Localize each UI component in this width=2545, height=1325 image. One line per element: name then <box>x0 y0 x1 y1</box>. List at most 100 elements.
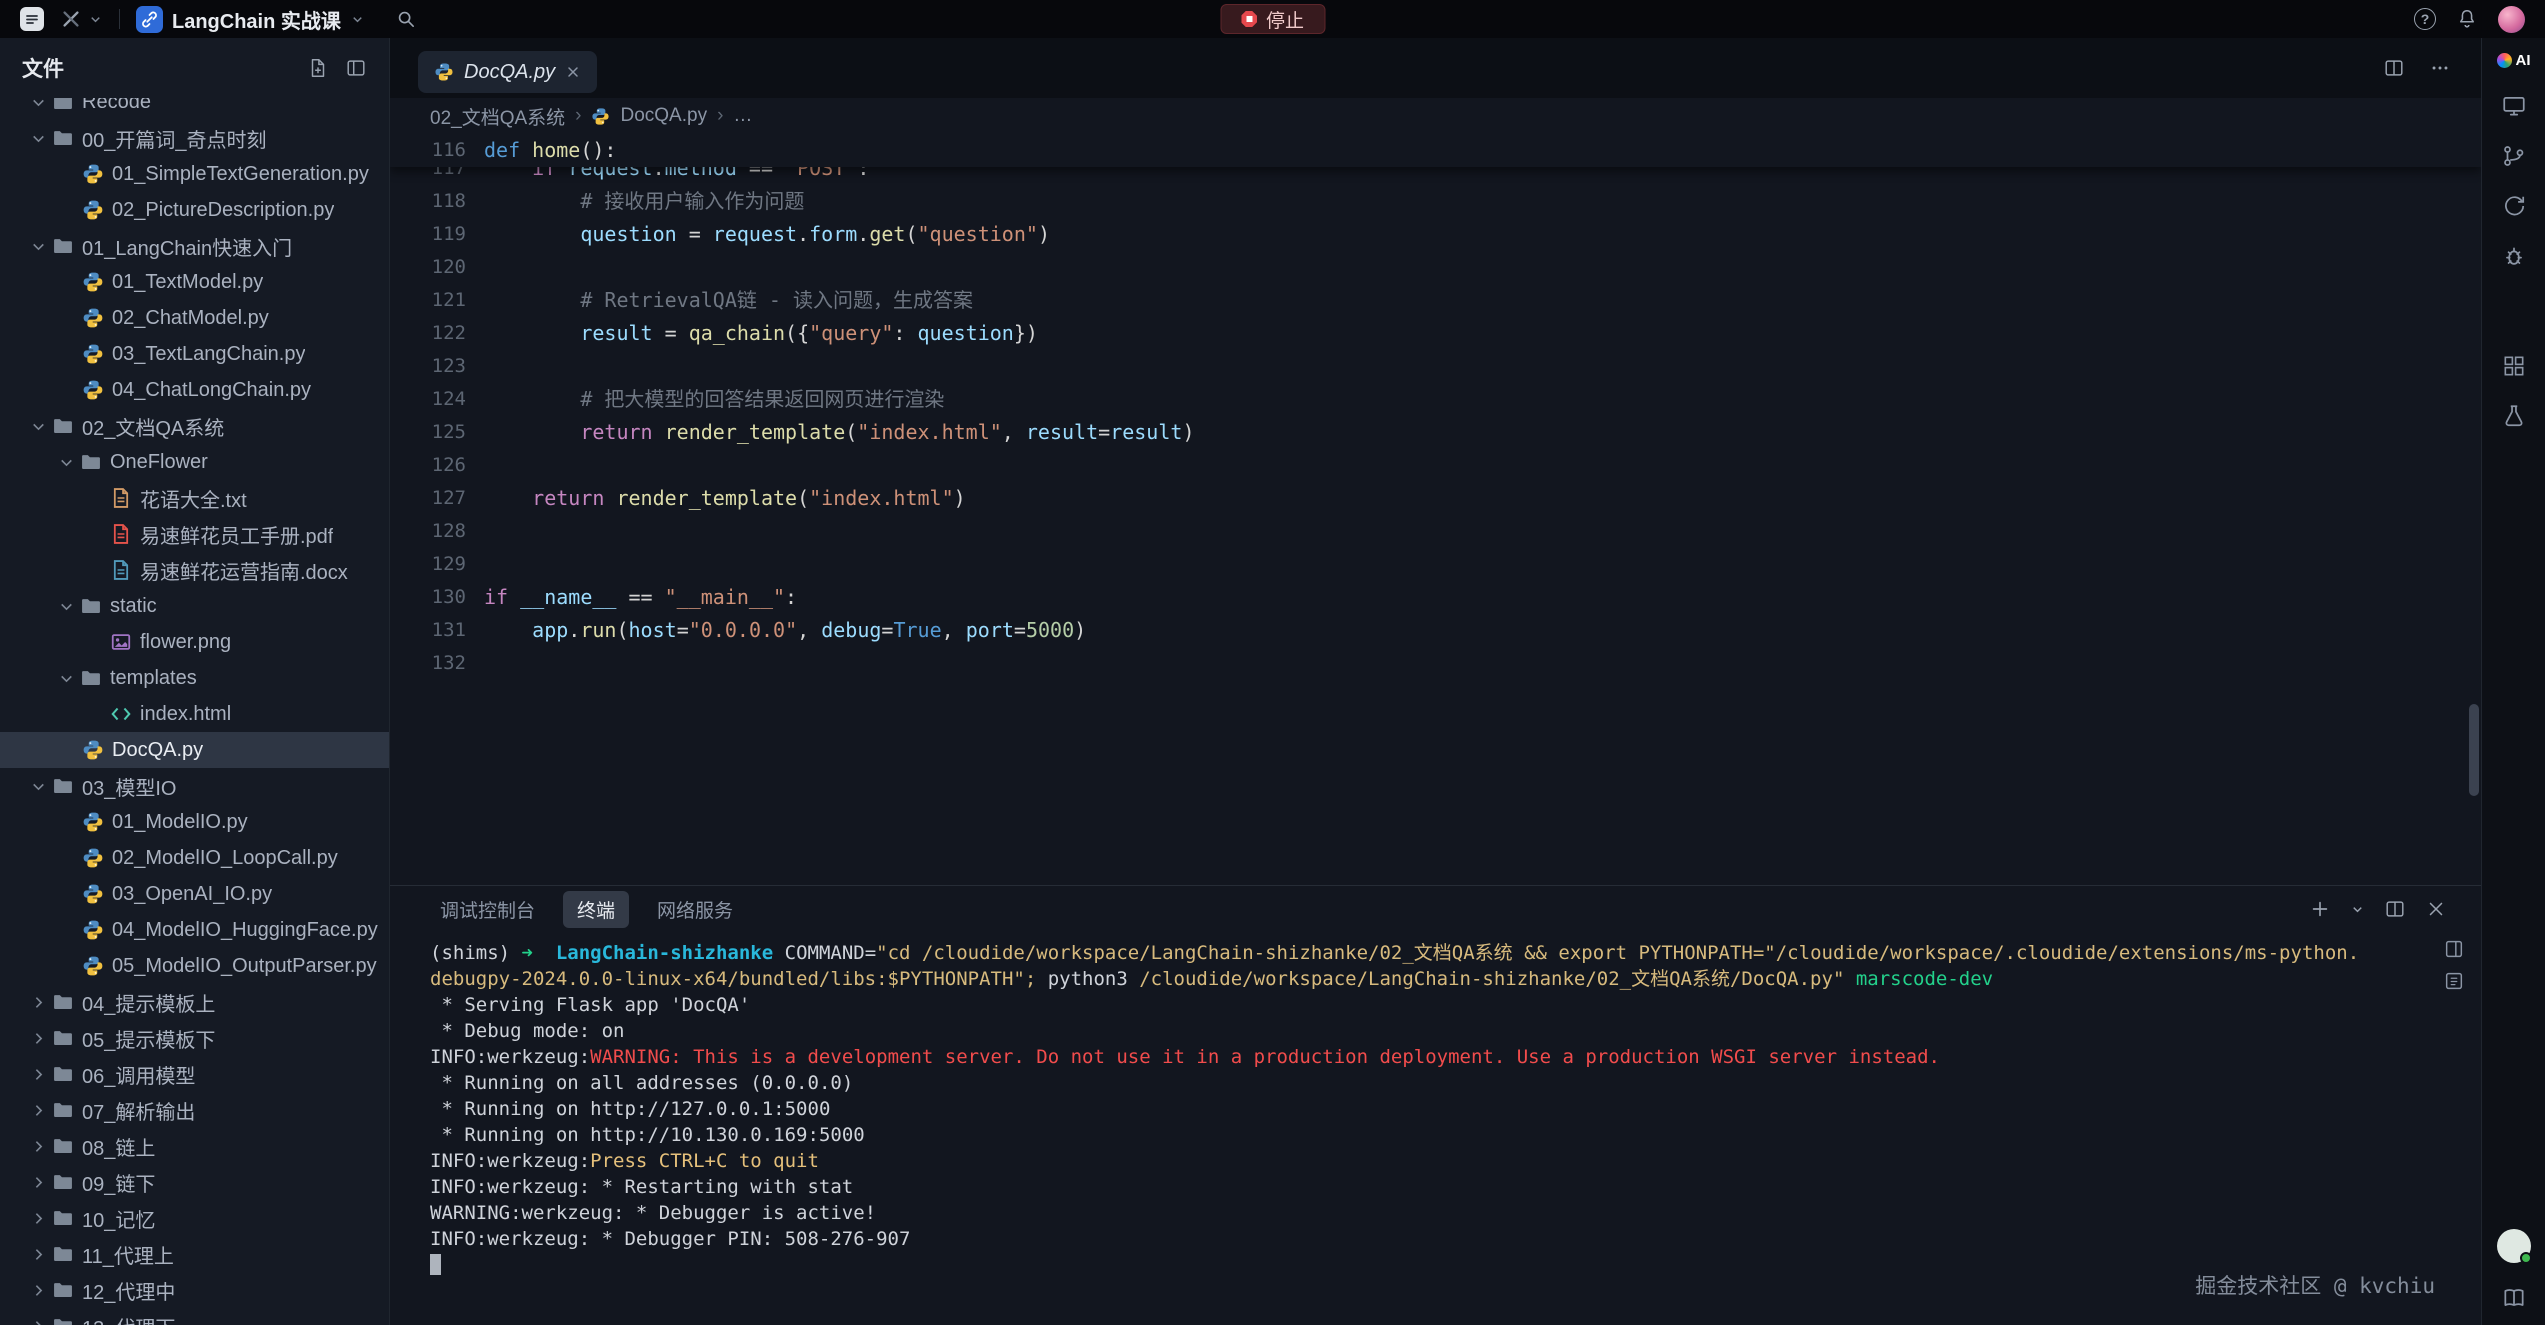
code-line[interactable]: 132 <box>390 647 2481 680</box>
tree-item[interactable]: 08_链上 <box>0 1128 389 1164</box>
code-line[interactable]: 131 app.run(host="0.0.0.0", debug=True, … <box>390 614 2481 647</box>
breadcrumb-item[interactable]: DocQA.py <box>620 105 707 127</box>
tree-item[interactable]: flower.png <box>0 624 389 660</box>
tree-item[interactable]: OneFlower <box>0 444 389 480</box>
code-line[interactable]: 121 # RetrievalQA链 - 读入问题，生成答案 <box>390 284 2481 317</box>
preview-monitor-icon[interactable] <box>2501 93 2527 119</box>
terminal[interactable]: (shims) ➜ LangChain-shizhanke COMMAND="c… <box>390 932 2481 1325</box>
tree-item[interactable]: 02_文档QA系统 <box>0 408 389 444</box>
workspace-switcher[interactable]: LangChain 实战课 <box>136 5 365 34</box>
more-actions-icon[interactable] <box>2429 57 2451 79</box>
tree-item[interactable]: index.html <box>0 696 389 732</box>
source-control-icon[interactable] <box>2501 143 2527 169</box>
app-menu-icon[interactable] <box>20 7 44 31</box>
tree-item[interactable]: 02_ModelIO_LoopCall.py <box>0 840 389 876</box>
code-line[interactable]: 124 # 把大模型的回答结果返回网页进行渲染 <box>390 383 2481 416</box>
tree-item[interactable]: 04_提示模板上 <box>0 984 389 1020</box>
tree-item[interactable]: 04_ModelIO_HuggingFace.py <box>0 912 389 948</box>
tree-item[interactable]: 07_解析输出 <box>0 1092 389 1128</box>
tree-item[interactable]: 02_ChatModel.py <box>0 300 389 336</box>
code-line[interactable]: 119 question = request.form.get("questio… <box>390 218 2481 251</box>
code-line[interactable]: 130if __name__ == "__main__": <box>390 581 2481 614</box>
code-line[interactable]: 122 result = qa_chain({"query": question… <box>390 317 2481 350</box>
ai-assistant-icon[interactable]: AI <box>2497 52 2531 69</box>
py-file-icon <box>82 919 104 941</box>
extensions-icon[interactable] <box>2501 353 2527 379</box>
py-file-icon <box>82 883 104 905</box>
tree-item[interactable]: 易速鲜花员工手册.pdf <box>0 516 389 552</box>
panel-tab[interactable]: 网络服务 <box>643 891 747 928</box>
account-avatar[interactable] <box>2497 1229 2531 1263</box>
tree-item[interactable]: 易速鲜花运营指南.docx <box>0 552 389 588</box>
split-editor-icon[interactable] <box>2383 57 2405 79</box>
tree-item[interactable]: static <box>0 588 389 624</box>
new-file-icon[interactable] <box>307 57 329 79</box>
tree-item[interactable]: 03_模型IO <box>0 768 389 804</box>
docs-book-icon[interactable] <box>2501 1285 2527 1311</box>
panel-actions <box>2309 898 2447 920</box>
code-text <box>466 350 484 383</box>
ide-logo[interactable] <box>60 8 103 30</box>
code-line[interactable]: 128 <box>390 515 2481 548</box>
panel-tab[interactable]: 终端 <box>563 891 629 928</box>
code-line[interactable]: 129 <box>390 548 2481 581</box>
code-line[interactable]: 126 <box>390 449 2481 482</box>
close-tab-icon[interactable] <box>565 64 581 80</box>
notifications-bell-icon[interactable] <box>2456 8 2478 30</box>
line-number: 126 <box>390 449 466 482</box>
tree-item[interactable]: 01_TextModel.py <box>0 264 389 300</box>
code-line[interactable]: 123 <box>390 350 2481 383</box>
tree-item[interactable]: 12_代理中 <box>0 1272 389 1308</box>
tree-item[interactable]: 06_调用模型 <box>0 1056 389 1092</box>
scrollbar-thumb[interactable] <box>2469 704 2479 796</box>
help-icon[interactable]: ? <box>2414 8 2436 30</box>
debug-icon[interactable] <box>2501 243 2527 269</box>
beaker-icon[interactable] <box>2501 403 2527 429</box>
search-icon[interactable] <box>395 8 417 30</box>
terminal-tabs-view-icon[interactable] <box>2443 970 2465 992</box>
breadcrumb-item[interactable]: 02_文档QA系统 <box>430 103 565 130</box>
tree-item[interactable]: DocQA.py <box>0 732 389 768</box>
code-line[interactable]: 120 <box>390 251 2481 284</box>
terminal-dropdown-icon[interactable] <box>2350 902 2365 917</box>
code-line[interactable]: 127 return render_template("index.html") <box>390 482 2481 515</box>
close-panel-icon[interactable] <box>2425 898 2447 920</box>
tree-item-label: 03_TextLangChain.py <box>112 343 305 366</box>
py-file-icon <box>82 739 104 761</box>
code-editor[interactable]: 117 if request.method == "POST":118 # 接收… <box>390 134 2481 885</box>
code-text <box>466 251 484 284</box>
tree-item[interactable]: templates <box>0 660 389 696</box>
tree-item[interactable]: 03_OpenAI_IO.py <box>0 876 389 912</box>
tree-item[interactable]: 13_代理下 <box>0 1308 389 1325</box>
tree-item[interactable]: 09_链下 <box>0 1164 389 1200</box>
tree-item[interactable]: 03_TextLangChain.py <box>0 336 389 372</box>
breadcrumb-item[interactable]: … <box>733 105 752 127</box>
code-line[interactable]: 118 # 接收用户输入作为问题 <box>390 185 2481 218</box>
tree-item[interactable]: 00_开篇词_奇点时刻 <box>0 120 389 156</box>
panel-tab[interactable]: 调试控制台 <box>426 891 549 928</box>
tree-item[interactable]: 10_记忆 <box>0 1200 389 1236</box>
split-panel-icon[interactable] <box>2384 898 2406 920</box>
tree-item[interactable]: 01_ModelIO.py <box>0 804 389 840</box>
tree-item[interactable]: 05_ModelIO_OutputParser.py <box>0 948 389 984</box>
open-in-editor-icon[interactable] <box>2443 938 2465 960</box>
tree-item[interactable]: 02_PictureDescription.py <box>0 192 389 228</box>
tree-item[interactable]: 04_ChatLongChain.py <box>0 372 389 408</box>
collapse-explorer-icon[interactable] <box>345 57 367 79</box>
stop-button[interactable]: 停止 <box>1220 4 1325 34</box>
tree-item[interactable]: 01_SimpleTextGeneration.py <box>0 156 389 192</box>
tree-item-label: 03_模型IO <box>82 772 176 801</box>
sync-icon[interactable] <box>2501 193 2527 219</box>
tree-item[interactable]: 05_提示模板下 <box>0 1020 389 1056</box>
tree-item[interactable]: 01_LangChain快速入门 <box>0 228 389 264</box>
new-terminal-icon[interactable] <box>2309 898 2331 920</box>
code-line[interactable]: 116def home(): <box>390 134 2481 167</box>
tree-item[interactable]: 11_代理上 <box>0 1236 389 1272</box>
tree-item[interactable]: Recode <box>0 98 389 120</box>
sticky-scroll-line[interactable]: 116def home(): <box>390 134 2481 167</box>
code-line[interactable]: 125 return render_template("index.html",… <box>390 416 2481 449</box>
editor-tab-docqa[interactable]: DocQA.py <box>418 51 597 93</box>
user-avatar[interactable] <box>2498 6 2525 33</box>
editor-scrollbar <box>2467 134 2479 885</box>
tree-item[interactable]: 花语大全.txt <box>0 480 389 516</box>
